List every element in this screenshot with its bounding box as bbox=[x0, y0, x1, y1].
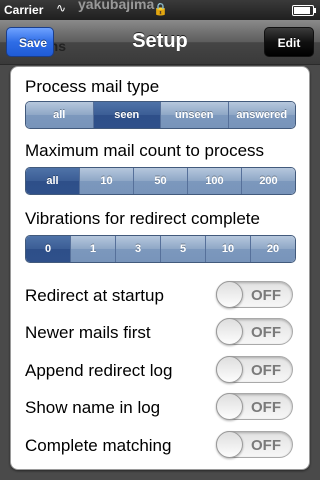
segment-3[interactable]: 3 bbox=[115, 236, 160, 262]
segment-1[interactable]: 1 bbox=[70, 236, 115, 262]
segment-all[interactable]: all bbox=[26, 168, 79, 194]
segment-5[interactable]: 5 bbox=[160, 236, 205, 262]
switch-knob bbox=[216, 318, 243, 345]
redirect-at-startup-switch[interactable]: OFF bbox=[216, 281, 293, 308]
segment-answered[interactable]: answered bbox=[227, 102, 295, 128]
mail-type-segmented-control: all seen unseen answered bbox=[25, 101, 296, 129]
vibrations-label: Vibrations for redirect complete bbox=[25, 209, 260, 228]
append-redirect-log-switch[interactable]: OFF bbox=[216, 356, 293, 383]
settings-panel: Process mail type all seen unseen answer… bbox=[10, 66, 310, 470]
show-name-in-log-switch[interactable]: OFF bbox=[216, 393, 293, 420]
toggle-label-complete-matching: Complete matching bbox=[25, 436, 172, 455]
carrier-label: Carrier bbox=[4, 3, 44, 17]
navigation-bar: ptions Save Setup Edit bbox=[0, 20, 320, 65]
segment-50[interactable]: 50 bbox=[133, 168, 187, 194]
mail-type-label: Process mail type bbox=[25, 77, 160, 96]
lock-icon: 🔒 bbox=[153, 2, 168, 16]
segment-10[interactable]: 10 bbox=[79, 168, 133, 194]
edit-button[interactable]: Edit bbox=[264, 27, 314, 57]
complete-matching-switch[interactable]: OFF bbox=[216, 431, 293, 458]
background-ghost-text: yakubajima bbox=[78, 0, 155, 12]
switch-knob bbox=[216, 393, 243, 420]
switch-state-text: OFF bbox=[251, 437, 281, 454]
switch-knob bbox=[216, 356, 243, 383]
switch-state-text: OFF bbox=[251, 362, 281, 379]
segment-unseen[interactable]: unseen bbox=[160, 102, 228, 128]
battery-icon bbox=[292, 5, 316, 16]
status-bar: Carrier ∿ yakubajima 🔒 bbox=[0, 0, 320, 20]
segment-seen[interactable]: seen bbox=[92, 102, 160, 128]
max-count-label: Maximum mail count to process bbox=[25, 141, 265, 160]
toggle-label-show-name-in-log: Show name in log bbox=[25, 398, 161, 417]
segment-20[interactable]: 20 bbox=[250, 236, 295, 262]
max-count-segmented-control: all 10 50 100 200 bbox=[25, 167, 296, 195]
segment-10[interactable]: 10 bbox=[205, 236, 250, 262]
segment-0[interactable]: 0 bbox=[26, 236, 70, 262]
segment-all[interactable]: all bbox=[26, 102, 93, 128]
toggle-label-append-redirect-log: Append redirect log bbox=[25, 361, 173, 380]
segment-200[interactable]: 200 bbox=[241, 168, 295, 194]
wifi-icon: ∿ bbox=[56, 1, 67, 15]
switch-state-text: OFF bbox=[251, 287, 281, 304]
toggle-label-newer-mails-first: Newer mails first bbox=[25, 323, 151, 342]
toggle-label-redirect-at-startup: Redirect at startup bbox=[25, 286, 164, 305]
switch-knob bbox=[216, 431, 243, 458]
segment-100[interactable]: 100 bbox=[187, 168, 241, 194]
switch-state-text: OFF bbox=[251, 324, 281, 341]
newer-mails-first-switch[interactable]: OFF bbox=[216, 318, 293, 345]
switch-state-text: OFF bbox=[251, 399, 281, 416]
switch-knob bbox=[216, 281, 243, 308]
vibrations-segmented-control: 0 1 3 5 10 20 bbox=[25, 235, 296, 263]
